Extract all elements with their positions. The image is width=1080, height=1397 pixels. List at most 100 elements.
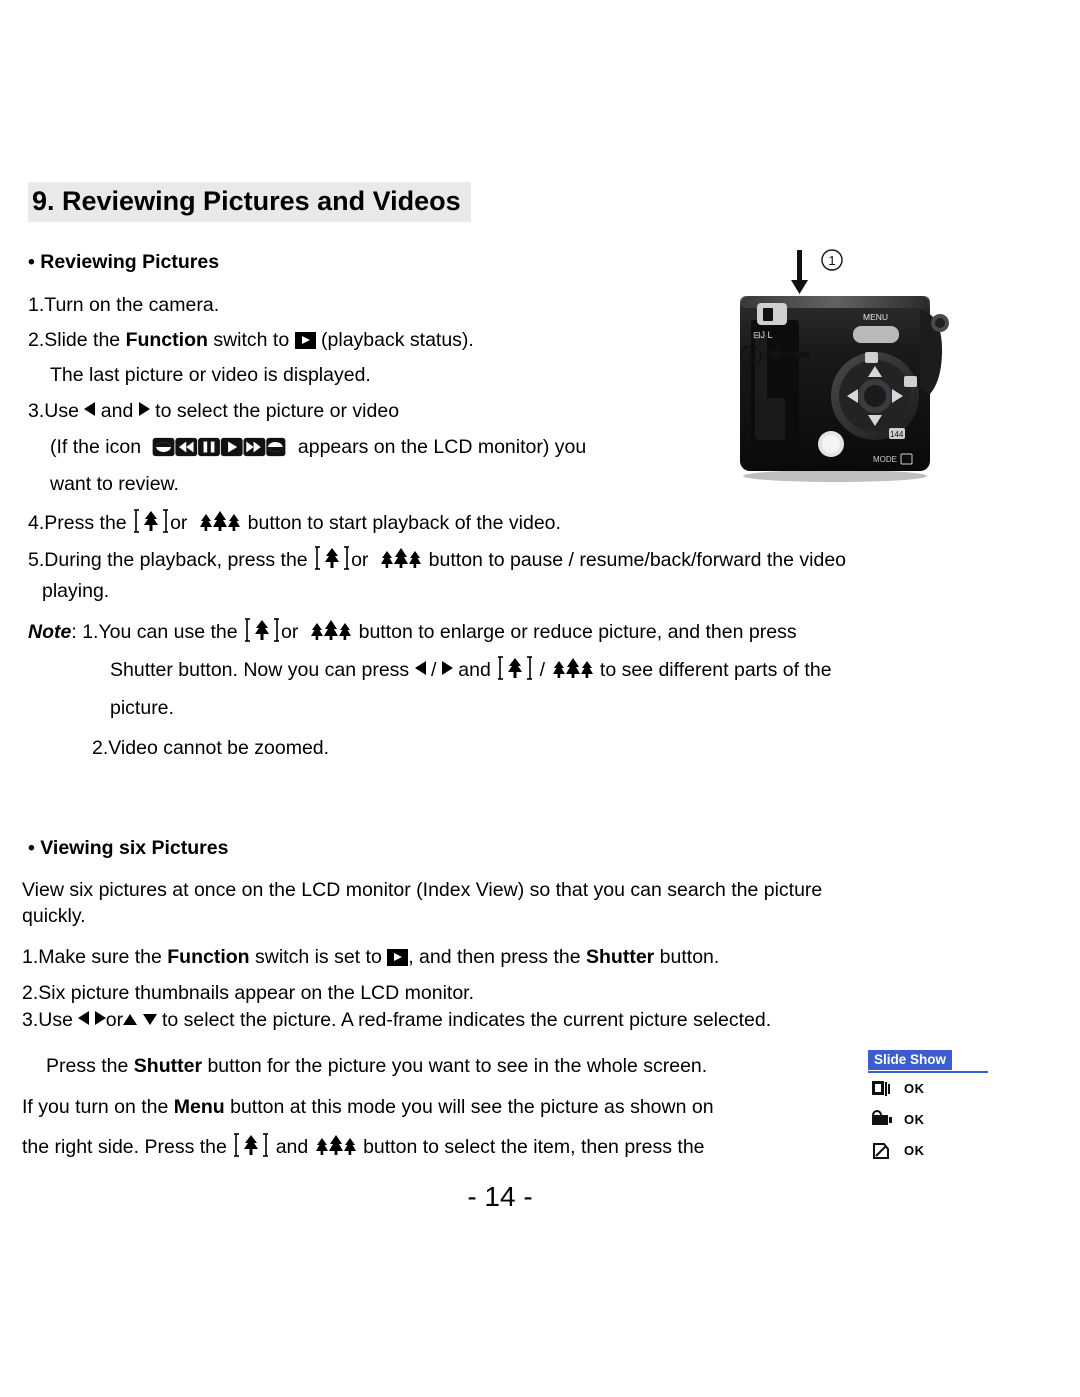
viewing-menu-paragraph-line2: the right side. Press the and button to …: [22, 1132, 705, 1159]
zoom-out-button-icon-4: [552, 658, 593, 678]
camera-figure: 1 ⊟J L 2 MENU 144 MODE: [735, 248, 965, 513]
step3-text-a: 3.Use: [28, 400, 85, 422]
mode-label: MODE: [873, 455, 897, 464]
right-arrow-icon-3: [94, 1011, 106, 1025]
chapter-heading: 9. Reviewing Pictures and Videos: [28, 182, 471, 222]
note-label: Note: [28, 621, 72, 643]
note-line-2: Shutter button. Now you can press / and …: [110, 655, 832, 682]
step-turn-on-camera: 1.Turn on the camera.: [28, 294, 220, 316]
v-s1-c: switch is set to: [249, 946, 388, 968]
zoom-in-button-icon-2: [315, 546, 350, 570]
v-s3-a: 3.Use: [22, 1009, 79, 1031]
note-colon: :: [71, 621, 83, 643]
section-title-reviewing-pictures: • Reviewing Pictures: [28, 251, 220, 273]
step5-continuation: playing.: [42, 580, 110, 602]
camera-illustration: 1 ⊟J L 2 MENU 144 MODE: [740, 249, 949, 482]
v-s1-d: , and then press the: [408, 946, 586, 968]
function-keyword-2: Function: [167, 946, 250, 968]
zoom-in-button-icon-4: [498, 656, 533, 680]
shutter-keyword: Shutter: [586, 946, 655, 968]
up-arrow-icon: [123, 1014, 138, 1025]
v-s1-f: button.: [654, 946, 720, 968]
section-title-viewing-six-pictures: • Viewing six Pictures: [28, 837, 229, 859]
copy-icon: [868, 1078, 904, 1100]
menu-row-copy-ok: OK: [904, 1081, 925, 1096]
zoom-in-button-icon-5: [234, 1133, 269, 1157]
step3-text-b: and: [95, 400, 139, 422]
mode-markings: ⊟J L: [753, 330, 773, 340]
step3-line3: want to review.: [50, 473, 179, 495]
delete-icon: [868, 1140, 904, 1162]
left-arrow-icon-3: [78, 1011, 90, 1025]
v-s3-l2-a: Press the: [46, 1055, 134, 1077]
note1-text-b: or: [281, 621, 299, 643]
step2-text-c: switch to: [207, 329, 295, 351]
step-slide-function-switch: 2.Slide the Function switch to (playback…: [28, 329, 474, 352]
note1-l2-d: /: [534, 659, 551, 681]
step2-continuation: The last picture or video is displayed.: [50, 364, 371, 386]
protect-icon: [868, 1109, 904, 1131]
right-arrow-icon-2: [441, 661, 453, 675]
v-s3-l2-c: button for the picture you want to see i…: [202, 1055, 708, 1077]
playback-control-icons: [153, 437, 286, 457]
viewing-intro-line2: quickly.: [22, 905, 86, 927]
menu-row-delete[interactable]: OK: [868, 1135, 988, 1166]
playback-icon-2: [387, 949, 409, 966]
note1-l2-b: /: [425, 659, 442, 681]
note1-l2-a: Shutter button. Now you can press: [110, 659, 415, 681]
slide-show-menu-panel[interactable]: Slide Show OK OK OK: [868, 1050, 988, 1166]
note-line-3: picture.: [110, 697, 174, 719]
manual-page: 9. Reviewing Pictures and Videos • Revie…: [0, 0, 1080, 1397]
note-item-2: 2.Video cannot be zoomed.: [92, 737, 330, 759]
zoom-out-button-icon: [200, 511, 241, 531]
step3-line2-b: appears on the LCD monitor) you: [292, 436, 587, 458]
menu-row-copy[interactable]: OK: [868, 1073, 988, 1104]
svg-text:144: 144: [890, 430, 904, 439]
note1-l2-c: and: [452, 659, 497, 681]
function-keyword: Function: [125, 329, 208, 351]
menu-keyword: Menu: [173, 1096, 225, 1118]
down-arrow-icon: [142, 1014, 157, 1025]
v-s4-l2-a: the right side. Press the: [22, 1136, 233, 1158]
v-s4-l2-c: button to select the item, then press th…: [357, 1136, 705, 1158]
step3-icon-note: (If the icon appears on the LCD monitor)…: [50, 436, 586, 459]
step-press-playback: 4.Press the or button to start playback …: [28, 508, 561, 535]
v-s4-c: button at this mode you will see the pic…: [224, 1096, 714, 1118]
menu-button-label: MENU: [863, 312, 888, 322]
menu-panel-title: Slide Show: [868, 1050, 953, 1070]
v-s1-a: 1.Make sure the: [22, 946, 168, 968]
shutter-keyword-2: Shutter: [133, 1055, 203, 1077]
step5-text-c: button to pause / resume/back/forward th…: [423, 549, 847, 571]
step5-text-b: or: [351, 549, 369, 571]
zoom-in-button-icon: [134, 509, 169, 533]
playback-icon: [294, 332, 316, 349]
zoom-in-button-icon-3: [245, 618, 280, 642]
right-arrow-icon: [138, 402, 150, 416]
callout-arrow-1: [791, 250, 808, 294]
zoom-out-button-icon-5: [315, 1135, 356, 1155]
svg-text:2: 2: [747, 349, 754, 364]
step2-text-d: (playback status).: [315, 329, 474, 351]
step-pause-resume: 5.During the playback, press the or butt…: [28, 545, 846, 572]
step5-text-a: 5.During the playback, press the: [28, 549, 314, 571]
step3-line2-text-a: (If the icon: [50, 436, 147, 458]
menu-row-protect-ok: OK: [904, 1112, 925, 1127]
viewing-intro-line1: View six pictures at once on the LCD mon…: [22, 879, 823, 901]
zoom-out-button-icon-3: [311, 620, 352, 640]
step3-text-c: to select the picture or video: [149, 400, 400, 422]
note1-l2-e: to see different parts of the: [594, 659, 832, 681]
viewing-step-1: 1.Make sure the Function switch is set t…: [22, 946, 719, 969]
step4-text-b: or: [170, 512, 188, 534]
left-arrow-icon: [84, 402, 96, 416]
left-arrow-icon-2: [414, 661, 426, 675]
menu-row-delete-ok: OK: [904, 1143, 925, 1158]
note1-text-a: 1.You can use the: [82, 621, 244, 643]
note-line-1: Note: 1.You can use the or button to enl…: [28, 617, 797, 644]
menu-row-protect[interactable]: OK: [868, 1104, 988, 1135]
zoom-out-button-icon-2: [381, 548, 422, 568]
step4-text-c: button to start playback of the video.: [242, 512, 561, 534]
page-number: - 14 -: [467, 1181, 533, 1212]
viewing-step-3: 3.Use or to select the picture. A red-fr…: [22, 1009, 771, 1032]
v-s3-c: to select the picture. A red-frame indic…: [156, 1009, 772, 1031]
step4-text-a: 4.Press the: [28, 512, 133, 534]
